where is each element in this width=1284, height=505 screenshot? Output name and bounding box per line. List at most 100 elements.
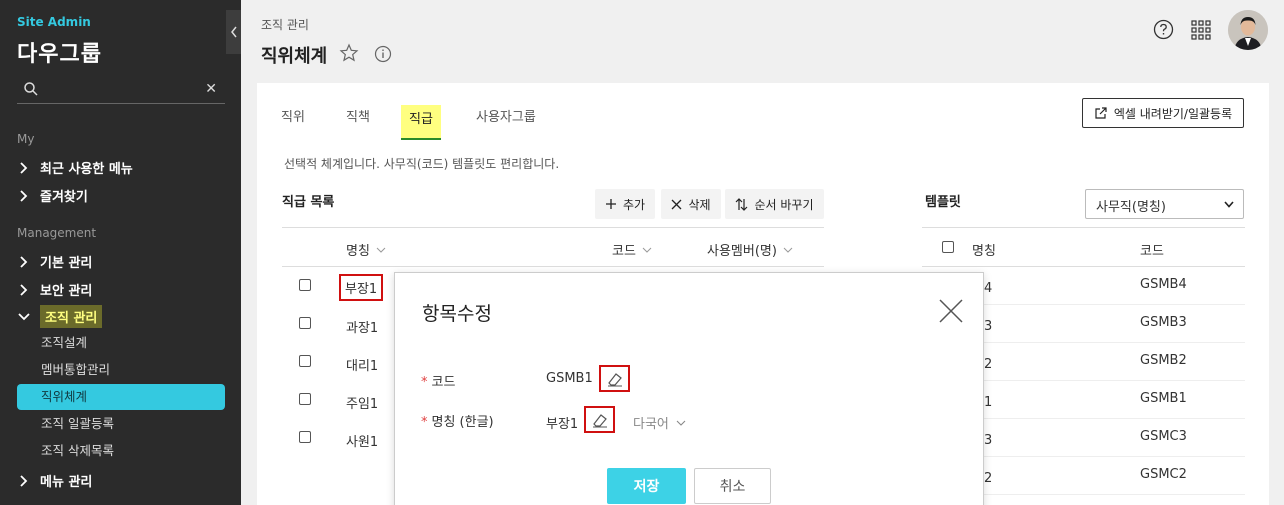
code-label-text: 코드: [431, 375, 456, 390]
chevron-left-icon: [230, 26, 237, 38]
sub-member-integration[interactable]: 멤버통합관리: [17, 357, 225, 383]
page-header: 조직 관리 직위체계: [241, 0, 1284, 82]
multilang-toggle[interactable]: 다국어: [633, 413, 686, 432]
required-mark: *: [421, 375, 428, 390]
search-icon: [24, 82, 38, 96]
menu-recent[interactable]: 최근 사용한 메뉴: [17, 158, 133, 177]
template-title: 템플릿: [925, 195, 961, 210]
close-icon: [671, 199, 682, 209]
tab-position[interactable]: 직위: [281, 105, 305, 139]
grade-table-header: 명칭 코드 사용멤버(명): [282, 227, 824, 267]
row-name[interactable]: 주임1: [346, 393, 378, 412]
template-col-name: 명칭: [972, 244, 996, 259]
row-name[interactable]: 과장1: [346, 317, 378, 336]
chevron-down-icon: [676, 420, 686, 426]
info-icon[interactable]: [374, 45, 392, 63]
sidebar-collapse-button[interactable]: [226, 10, 241, 54]
chevron-right-icon: [20, 474, 28, 487]
sub-org-design[interactable]: 조직설계: [17, 330, 225, 356]
save-button[interactable]: 저장: [607, 468, 686, 504]
external-link-icon: [1095, 106, 1107, 119]
edit-item-modal: 항목수정 * 코드 GSMB1 * 명칭 (한글) 부장1 다국어 저장 취소: [394, 272, 984, 505]
row-name[interactable]: 사원1: [346, 431, 378, 450]
edit-name-button[interactable]: [584, 406, 615, 433]
add-label: 추가: [622, 197, 646, 212]
col-code-label: 코드: [612, 244, 636, 259]
close-icon[interactable]: [938, 298, 964, 324]
menu-org[interactable]: 조직 관리: [17, 305, 103, 328]
chevron-right-icon: [20, 283, 28, 296]
edit-code-button[interactable]: [599, 365, 630, 392]
menu-basic[interactable]: 기본 관리: [17, 252, 92, 271]
page-title: 직위체계: [261, 46, 328, 67]
template-col-code: 코드: [1140, 244, 1164, 259]
col-name-header[interactable]: 명칭: [346, 240, 386, 259]
chevron-right-icon: [20, 161, 28, 174]
row-name[interactable]: 부장1: [339, 274, 384, 301]
sidebar-search-input[interactable]: [47, 80, 197, 100]
chevron-down-icon: [642, 247, 652, 253]
row-checkbox[interactable]: [299, 317, 311, 329]
col-members-label: 사용멤버(명): [707, 244, 777, 259]
chevron-down-icon: [1224, 201, 1234, 208]
menu-security[interactable]: 보안 관리: [17, 280, 92, 299]
row-checkbox[interactable]: [299, 431, 311, 443]
name-label: * 명칭 (한글): [421, 411, 494, 430]
row-checkbox[interactable]: [299, 355, 311, 367]
tab-duty[interactable]: 직책: [346, 105, 370, 139]
description-text: 선택적 체계입니다. 사무직(코드) 템플릿도 편리합니다.: [284, 157, 560, 171]
excel-download-button[interactable]: 엑셀 내려받기/일괄등록: [1082, 98, 1244, 128]
menu-favorites[interactable]: 즐겨찾기: [17, 186, 88, 205]
tab-grade[interactable]: 직급: [401, 105, 441, 140]
help-icon[interactable]: [1153, 19, 1174, 40]
sidebar-search: ✕: [17, 78, 225, 104]
template-table-header: 명칭 코드: [922, 227, 1245, 267]
chevron-right-icon: [20, 255, 28, 268]
reorder-button[interactable]: 순서 바꾸기: [725, 189, 824, 219]
company-name: 다우그룹: [17, 42, 102, 67]
chevron-down-icon: [18, 312, 30, 320]
name-value: 부장1: [546, 417, 579, 432]
menu-org-label: 조직 관리: [40, 305, 103, 328]
sub-org-bulk[interactable]: 조직 일괄등록: [17, 411, 225, 437]
add-button[interactable]: 추가: [595, 189, 655, 219]
required-mark: *: [421, 415, 428, 430]
row-checkbox[interactable]: [299, 279, 311, 291]
menu-menu-mgmt-label: 메뉴 관리: [40, 475, 93, 490]
site-admin-label: Site Admin: [17, 15, 91, 29]
sort-arrows-icon: [736, 197, 748, 211]
section-management: Management: [17, 226, 97, 240]
cancel-button[interactable]: 취소: [694, 468, 771, 504]
col-code-header[interactable]: 코드: [612, 240, 652, 259]
plus-icon: [605, 199, 616, 209]
menu-security-label: 보안 관리: [40, 284, 93, 299]
template-row-code: GSMB2: [1140, 353, 1187, 368]
eraser-icon: [592, 413, 607, 427]
chevron-down-icon: [783, 247, 793, 253]
clear-search-icon[interactable]: ✕: [205, 81, 217, 97]
star-icon[interactable]: [339, 43, 359, 63]
section-my: My: [17, 132, 35, 146]
avatar-image: [1228, 10, 1268, 50]
user-avatar[interactable]: [1228, 10, 1268, 50]
sub-position-system[interactable]: 직위체계: [17, 384, 225, 410]
template-select-all-checkbox[interactable]: [942, 241, 954, 253]
row-name[interactable]: 대리1: [346, 355, 378, 374]
menu-favorites-label: 즐겨찾기: [40, 190, 88, 205]
breadcrumb[interactable]: 조직 관리: [261, 16, 309, 33]
template-select[interactable]: 사무직(명칭): [1085, 189, 1244, 219]
chevron-down-icon: [376, 247, 386, 253]
sidebar: Site Admin 다우그룹 ✕ My 최근 사용한 메뉴 즐겨찾기 Mana…: [0, 0, 241, 505]
apps-grid-icon[interactable]: [1191, 20, 1211, 40]
menu-menu-mgmt[interactable]: 메뉴 관리: [17, 471, 92, 490]
code-label: * 코드: [421, 371, 455, 390]
modal-title: 항목수정: [422, 303, 492, 325]
template-row-code: GSMB4: [1140, 277, 1187, 292]
template-select-value: 사무직(명칭): [1096, 200, 1166, 215]
sub-org-deleted[interactable]: 조직 삭제목록: [17, 438, 225, 464]
delete-button[interactable]: 삭제: [661, 189, 721, 219]
row-checkbox[interactable]: [299, 393, 311, 405]
col-members-header[interactable]: 사용멤버(명): [707, 240, 793, 259]
menu-recent-label: 최근 사용한 메뉴: [40, 162, 133, 177]
tab-user-group[interactable]: 사용자그룹: [476, 105, 536, 139]
